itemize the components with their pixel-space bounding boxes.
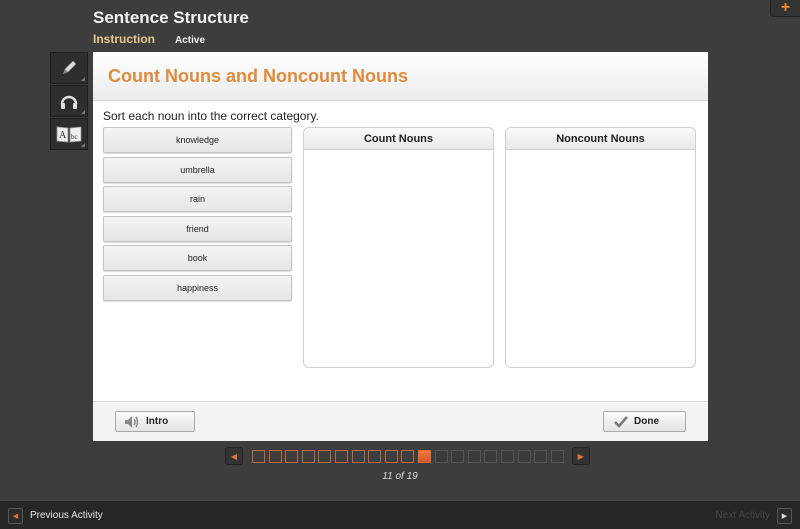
audio-tool-button[interactable]: [50, 85, 88, 117]
page-dot[interactable]: [301, 449, 315, 463]
svg-text:bc: bc: [71, 133, 78, 141]
progress-pager: ◀ ▶: [225, 447, 590, 465]
page-dot[interactable]: [318, 449, 332, 463]
draggable-word[interactable]: knowledge: [103, 127, 292, 153]
caret-left-icon: ◀: [12, 513, 19, 520]
bottom-nav-bar: ◀ Previous Activity Next Activity ▶: [0, 500, 800, 529]
next-activity-button[interactable]: ▶: [777, 508, 792, 524]
count-nouns-heading: Count Nouns: [304, 128, 493, 150]
pager-next-button[interactable]: ▶: [571, 447, 590, 465]
page-dot[interactable]: [384, 449, 398, 463]
previous-activity-label[interactable]: Previous Activity: [30, 510, 103, 521]
checkmark-icon: [614, 415, 628, 428]
app-title: Sentence Structure: [93, 8, 249, 27]
draggable-word[interactable]: friend: [103, 215, 292, 242]
dictionary-icon: A bc: [56, 126, 82, 143]
page-dot[interactable]: [451, 449, 465, 463]
activity-panel: Count Nouns and Noncount Nouns Sort each…: [93, 52, 708, 441]
page-dot[interactable]: [351, 449, 365, 463]
plus-icon: +: [780, 0, 791, 16]
previous-activity-button[interactable]: ◀: [8, 508, 23, 524]
word-bank: knowledge umbrella rain friend book happ…: [103, 127, 292, 305]
page-count: 11 of 19: [382, 471, 418, 482]
noncount-nouns-drop-zone[interactable]: Noncount Nouns: [505, 127, 696, 368]
draggable-word[interactable]: rain: [103, 186, 292, 213]
done-button[interactable]: Done: [603, 411, 686, 432]
noncount-nouns-heading: Noncount Nouns: [506, 128, 695, 150]
sub-tabs: Instruction Active: [93, 32, 205, 46]
page-dot[interactable]: [252, 449, 265, 463]
caret-left-icon: ◀: [230, 451, 238, 461]
pager-prev-button[interactable]: ◀: [225, 447, 243, 465]
intro-button[interactable]: Intro: [115, 411, 195, 432]
page-dot[interactable]: [401, 449, 415, 463]
svg-text:A: A: [59, 130, 67, 141]
tab-active[interactable]: Active: [175, 35, 205, 46]
next-activity-label: Next Activity: [715, 510, 770, 521]
draggable-word[interactable]: umbrella: [103, 156, 292, 183]
page-dot[interactable]: [368, 449, 382, 463]
page-dot[interactable]: [500, 449, 514, 463]
pencil-tool-button[interactable]: [50, 52, 88, 84]
page-dot[interactable]: [285, 449, 299, 463]
activity-prompt: Sort each noun into the correct category…: [103, 109, 319, 123]
page-dots: [252, 449, 564, 463]
page-dot[interactable]: [534, 449, 548, 463]
speaker-icon: [125, 415, 139, 428]
add-button[interactable]: +: [770, 0, 800, 17]
activity-title: Count Nouns and Noncount Nouns: [108, 65, 408, 86]
draggable-word[interactable]: happiness: [103, 274, 292, 301]
activity-header: Count Nouns and Noncount Nouns: [93, 52, 708, 101]
page-dot[interactable]: [334, 449, 348, 463]
dictionary-tool-button[interactable]: A bc: [50, 118, 88, 150]
page-dot[interactable]: [268, 449, 282, 463]
page-dot[interactable]: [484, 449, 498, 463]
activity-footer: Intro Done: [93, 401, 708, 441]
page-dot[interactable]: [517, 449, 531, 463]
headphones-icon: [60, 95, 78, 109]
draggable-word[interactable]: book: [103, 245, 292, 272]
tab-instruction[interactable]: Instruction: [93, 32, 155, 46]
page-dot-current[interactable]: [417, 449, 431, 463]
page-dot[interactable]: [550, 449, 564, 463]
page-dot[interactable]: [467, 449, 481, 463]
tool-palette: A bc: [50, 52, 88, 151]
pencil-icon: [63, 61, 76, 74]
caret-right-icon: ▶: [781, 513, 788, 520]
count-nouns-drop-zone[interactable]: Count Nouns: [303, 127, 494, 368]
intro-label: Intro: [146, 416, 169, 427]
page-dot[interactable]: [434, 449, 448, 463]
caret-right-icon: ▶: [577, 451, 584, 461]
done-label: Done: [634, 416, 659, 427]
